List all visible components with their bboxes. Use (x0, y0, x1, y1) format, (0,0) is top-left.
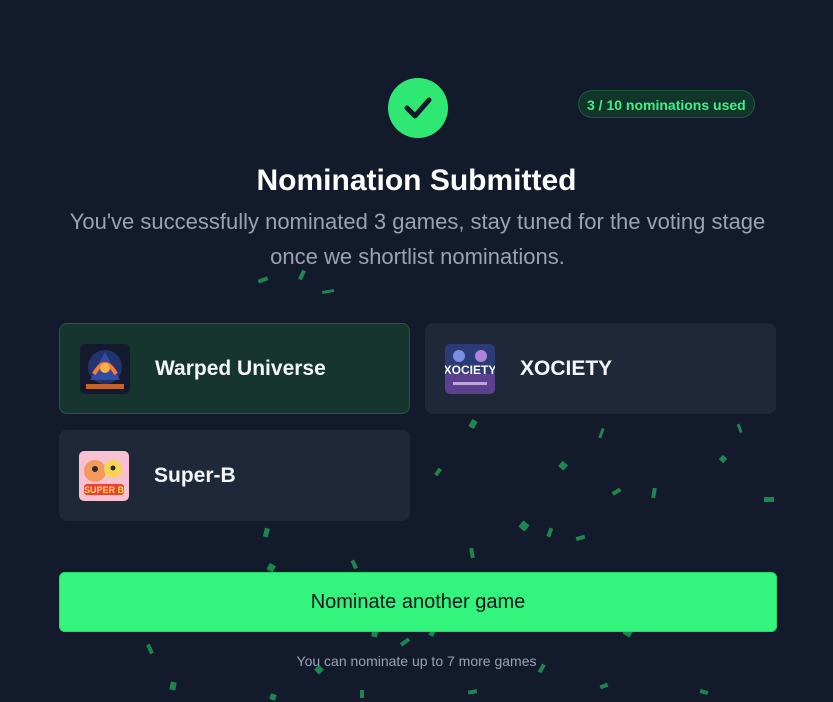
check-icon (404, 97, 432, 119)
nomination-card-super-b[interactable]: SUPER B Super-B (59, 430, 410, 521)
warped-universe-thumbnail (80, 343, 130, 394)
nominations-used-badge: 3 / 10 nominations used (578, 90, 755, 118)
game-name: XOCIETY (520, 356, 613, 380)
page-subtitle: You've successfully nominated 3 games, s… (69, 209, 766, 269)
game-name: Warped Universe (155, 356, 326, 380)
nominate-another-button[interactable]: Nominate another game (59, 572, 777, 632)
success-badge (388, 78, 448, 138)
svg-text:SUPER B: SUPER B (84, 485, 125, 495)
remaining-nominations-note: You can nominate up to 7 more games (296, 653, 537, 669)
nomination-card-warped-universe[interactable]: Warped Universe (59, 323, 410, 414)
nomination-card-xociety[interactable]: XOCIETY XOCIETY (425, 323, 776, 414)
xociety-thumbnail: XOCIETY (445, 343, 495, 394)
page-title: Nomination Submitted (256, 164, 577, 197)
game-name: Super-B (154, 463, 236, 487)
super-b-thumbnail: SUPER B (79, 450, 129, 501)
svg-text:XOCIETY: XOCIETY (445, 363, 495, 377)
